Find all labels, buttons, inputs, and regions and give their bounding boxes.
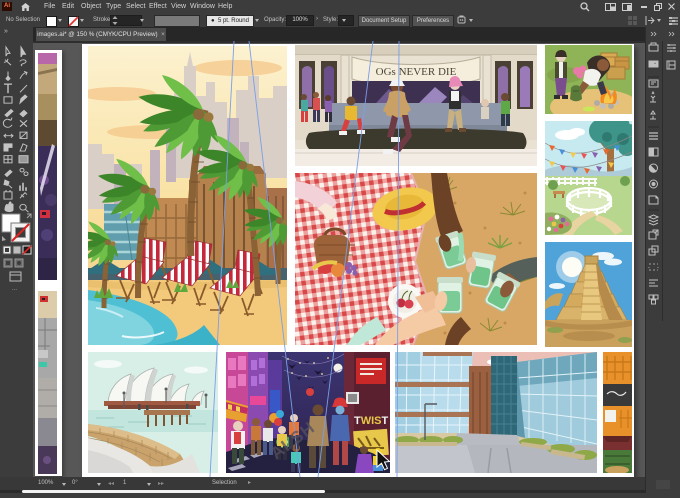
svg-text:OGs NEVER DIE: OGs NEVER DIE (376, 66, 457, 78)
svg-text:TWIST: TWIST (354, 415, 389, 427)
svg-text:...: ... (12, 286, 17, 292)
